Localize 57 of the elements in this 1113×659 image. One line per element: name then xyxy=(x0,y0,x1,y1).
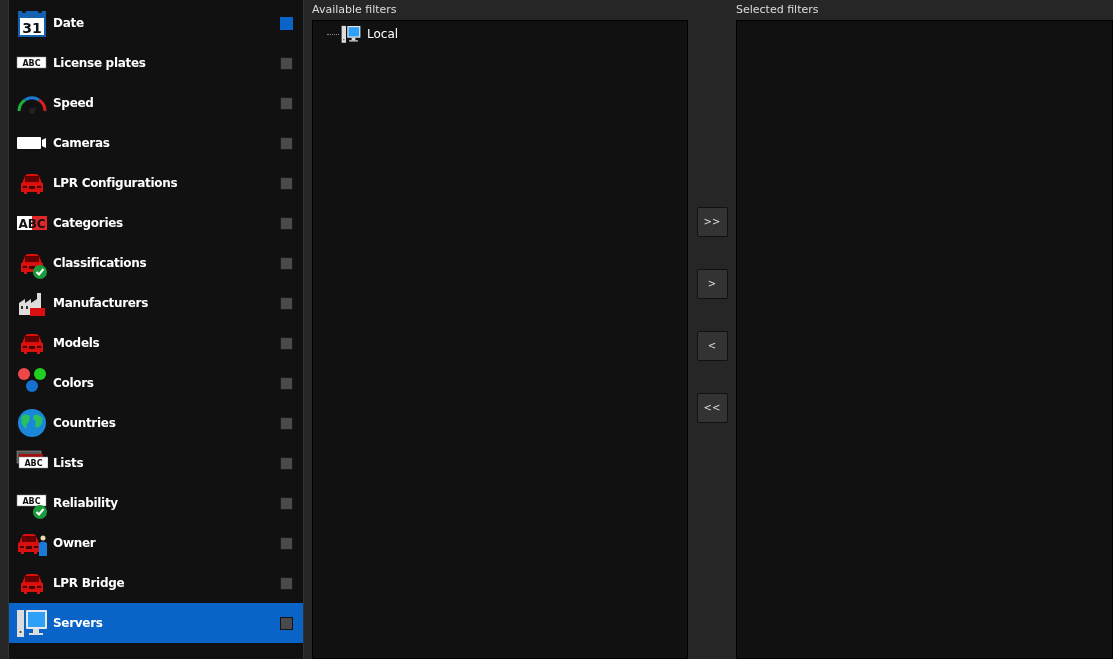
computer-icon xyxy=(341,24,361,44)
move-button[interactable]: < xyxy=(696,331,728,361)
filter-label: LPR Bridge xyxy=(53,575,126,592)
checkbox[interactable] xyxy=(280,536,293,550)
move-button[interactable]: >> xyxy=(696,207,728,237)
checkbox[interactable] xyxy=(280,16,293,30)
filter-label: Models xyxy=(53,335,101,352)
move-button[interactable]: << xyxy=(696,393,728,423)
sidebar-item[interactable]: Servers xyxy=(9,603,303,643)
sidebar-item[interactable]: Manufacturers xyxy=(9,283,303,323)
filter-label: Date xyxy=(53,15,85,32)
filter-label: Categories xyxy=(53,215,124,232)
sidebar-item[interactable]: LPR Bridge xyxy=(9,563,303,603)
filter-label: Colors xyxy=(53,375,95,392)
sidebar-item[interactable]: Speed xyxy=(9,83,303,123)
checkbox[interactable] xyxy=(280,336,293,350)
sidebar-item[interactable]: ABC License plates xyxy=(9,43,303,83)
sidebar-item[interactable]: Countries xyxy=(9,403,303,443)
sidebar-item[interactable]: Classifications xyxy=(9,243,303,283)
filter-label: Reliability xyxy=(53,495,119,512)
filter-label: License plates xyxy=(53,55,147,72)
computer-icon xyxy=(16,607,48,639)
checkbox[interactable] xyxy=(280,216,293,230)
checkbox[interactable] xyxy=(280,576,293,590)
sidebar-item[interactable]: ABC Lists xyxy=(9,443,303,483)
sidebar-item[interactable]: Owner xyxy=(9,523,303,563)
filter-label: Countries xyxy=(53,415,117,432)
filter-label: Owner xyxy=(53,535,97,552)
checkbox[interactable] xyxy=(280,456,293,470)
checkbox[interactable] xyxy=(280,56,293,70)
filter-label: Classifications xyxy=(53,255,148,272)
checkbox[interactable] xyxy=(280,96,293,110)
checkbox[interactable] xyxy=(280,256,293,270)
sidebar-item[interactable]: LPR Configurations xyxy=(9,163,303,203)
panel-title: Selected filters xyxy=(736,2,820,18)
checkbox[interactable] xyxy=(280,376,293,390)
checkbox[interactable] xyxy=(280,176,293,190)
sidebar-item[interactable]: Colors xyxy=(9,363,303,403)
filter-label: Cameras xyxy=(53,135,111,152)
sidebar-item[interactable]: Cameras xyxy=(9,123,303,163)
panel-title: Available filters xyxy=(312,2,398,18)
filter-label: Speed xyxy=(53,95,95,112)
filter-label: LPR Configurations xyxy=(53,175,179,192)
checkbox[interactable] xyxy=(280,296,293,310)
globe-icon xyxy=(16,407,48,439)
checkbox[interactable] xyxy=(280,496,293,510)
sidebar-item[interactable]: ABC Reliability xyxy=(9,483,303,523)
checkbox[interactable] xyxy=(280,616,293,630)
checkbox[interactable] xyxy=(280,416,293,430)
sidebar-item[interactable]: 31 Date xyxy=(9,3,303,43)
tree-node-label[interactable]: Local xyxy=(367,25,399,43)
filter-label: Lists xyxy=(53,455,85,472)
sidebar-item[interactable]: Models xyxy=(9,323,303,363)
filter-label: Manufacturers xyxy=(53,295,150,312)
filter-label: Servers xyxy=(53,615,104,632)
checkbox[interactable] xyxy=(280,136,293,150)
move-button[interactable]: > xyxy=(696,269,728,299)
